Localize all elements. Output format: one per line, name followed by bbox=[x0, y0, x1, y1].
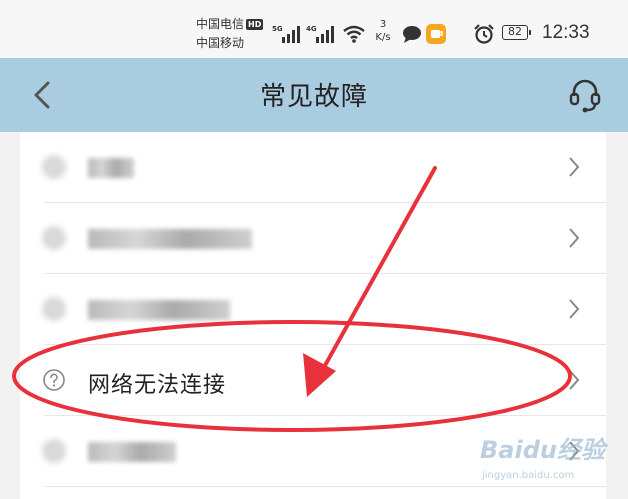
customer-service-headset-icon[interactable] bbox=[568, 76, 602, 114]
carrier-1: 中国电信 HD bbox=[196, 17, 264, 31]
4g-signal-icon: 4G bbox=[306, 25, 334, 43]
list-item-network-cannot-connect[interactable]: 网络无法连接 bbox=[20, 345, 606, 416]
list-item[interactable] bbox=[20, 274, 606, 345]
blurred-item-label bbox=[88, 442, 176, 462]
chevron-right-icon bbox=[569, 370, 580, 390]
alarm-icon bbox=[474, 24, 494, 44]
watermark-url: jingyan.baidu.com bbox=[482, 470, 575, 481]
network-speed: 3 K/s bbox=[372, 18, 394, 44]
status-bar: 中国电信 HD 中国移动 5G 4G 3 K/s 82 12:33 bbox=[0, 0, 628, 58]
watermark-logo: Baidu经验 bbox=[480, 436, 605, 464]
chevron-right-icon bbox=[569, 299, 580, 319]
blurred-item-label bbox=[88, 300, 230, 320]
chevron-right-icon bbox=[569, 157, 580, 177]
hd-badge: HD bbox=[246, 19, 264, 30]
blurred-item-icon bbox=[42, 155, 66, 179]
net-speed-unit: K/s bbox=[375, 32, 391, 43]
carrier-2: 中国移动 bbox=[196, 36, 245, 50]
svg-text:4G: 4G bbox=[306, 25, 317, 33]
blurred-item-label bbox=[88, 229, 252, 249]
chevron-right-icon bbox=[569, 228, 580, 248]
blurred-item-label bbox=[88, 158, 134, 178]
blurred-item-icon bbox=[42, 297, 66, 321]
list-item[interactable] bbox=[20, 203, 606, 274]
message-icon bbox=[403, 26, 421, 43]
list-item-label: 网络无法连接 bbox=[88, 373, 227, 398]
wifi-icon bbox=[343, 25, 365, 43]
net-speed-value: 3 bbox=[379, 19, 387, 30]
blurred-item-icon bbox=[42, 226, 66, 250]
clock: 12:33 bbox=[542, 22, 590, 43]
navigation-bar: 常见故障 bbox=[0, 58, 628, 132]
list-item[interactable] bbox=[20, 132, 606, 203]
svg-text:5G: 5G bbox=[272, 25, 283, 33]
page-title: 常见故障 bbox=[259, 82, 368, 112]
app-notification-icon bbox=[426, 24, 446, 44]
blurred-item-icon bbox=[42, 439, 66, 463]
question-circle-icon bbox=[43, 369, 65, 391]
watermark: Baidu经验 jingyan.baidu.com bbox=[480, 430, 620, 488]
5g-signal-icon: 5G bbox=[272, 25, 300, 43]
battery-icon: 82 bbox=[502, 25, 531, 40]
